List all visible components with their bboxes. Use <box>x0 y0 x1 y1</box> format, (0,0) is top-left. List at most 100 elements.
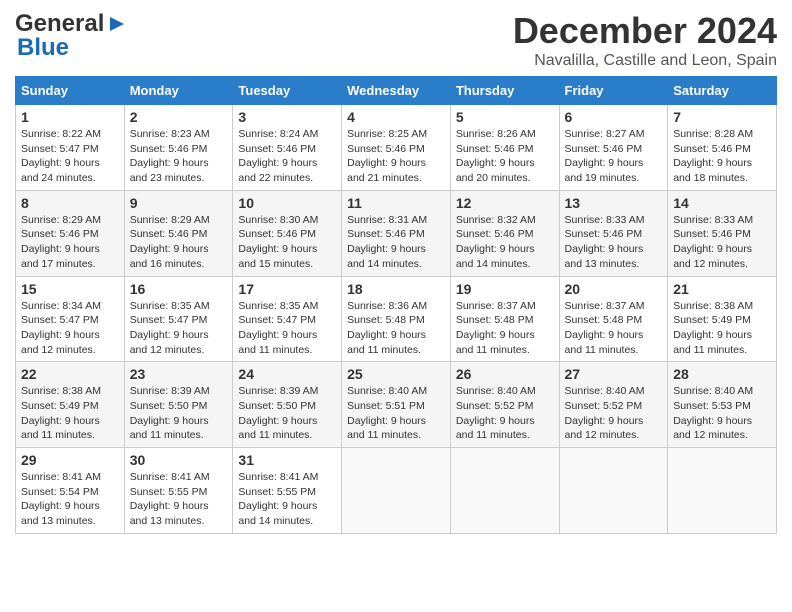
day-number: 27 <box>565 366 663 382</box>
weekday-header-wednesday: Wednesday <box>342 77 451 105</box>
cell-content: Sunrise: 8:24 AM Sunset: 5:46 PM Dayligh… <box>238 127 336 186</box>
cell-content: Sunrise: 8:40 AM Sunset: 5:53 PM Dayligh… <box>673 384 771 443</box>
day-number: 3 <box>238 109 336 125</box>
cell-content: Sunrise: 8:39 AM Sunset: 5:50 PM Dayligh… <box>130 384 228 443</box>
day-number: 4 <box>347 109 445 125</box>
day-number: 14 <box>673 195 771 211</box>
calendar-cell <box>559 448 668 534</box>
weekday-header-sunday: Sunday <box>16 77 125 105</box>
day-number: 19 <box>456 281 554 297</box>
day-number: 8 <box>21 195 119 211</box>
logo: General Blue <box>15 10 128 62</box>
cell-content: Sunrise: 8:38 AM Sunset: 5:49 PM Dayligh… <box>673 299 771 358</box>
day-number: 15 <box>21 281 119 297</box>
day-number: 10 <box>238 195 336 211</box>
day-number: 17 <box>238 281 336 297</box>
cell-content: Sunrise: 8:25 AM Sunset: 5:46 PM Dayligh… <box>347 127 445 186</box>
day-number: 28 <box>673 366 771 382</box>
day-number: 16 <box>130 281 228 297</box>
cell-content: Sunrise: 8:32 AM Sunset: 5:46 PM Dayligh… <box>456 213 554 272</box>
calendar-week-row: 22 Sunrise: 8:38 AM Sunset: 5:49 PM Dayli… <box>16 362 777 448</box>
calendar-cell: 17 Sunrise: 8:35 AM Sunset: 5:47 PM Dayli… <box>233 276 342 362</box>
cell-content: Sunrise: 8:40 AM Sunset: 5:52 PM Dayligh… <box>565 384 663 443</box>
cell-content: Sunrise: 8:40 AM Sunset: 5:52 PM Dayligh… <box>456 384 554 443</box>
page-header: General Blue December 2024 Navalilla, Ca… <box>15 10 777 70</box>
day-number: 2 <box>130 109 228 125</box>
day-number: 30 <box>130 452 228 468</box>
location-title: Navalilla, Castille and Leon, Spain <box>513 52 777 70</box>
cell-content: Sunrise: 8:39 AM Sunset: 5:50 PM Dayligh… <box>238 384 336 443</box>
calendar-cell: 26 Sunrise: 8:40 AM Sunset: 5:52 PM Dayli… <box>450 362 559 448</box>
day-number: 12 <box>456 195 554 211</box>
calendar-cell: 6Sunrise: 8:27 AM Sunset: 5:46 PM Daylig… <box>559 105 668 191</box>
calendar-week-row: 15 Sunrise: 8:34 AM Sunset: 5:47 PM Dayli… <box>16 276 777 362</box>
day-number: 31 <box>238 452 336 468</box>
title-block: December 2024 Navalilla, Castille and Le… <box>513 10 777 70</box>
calendar-cell: 10 Sunrise: 8:30 AM Sunset: 5:46 PM Dayli… <box>233 190 342 276</box>
cell-content: Sunrise: 8:34 AM Sunset: 5:47 PM Dayligh… <box>21 299 119 358</box>
calendar-cell: 12 Sunrise: 8:32 AM Sunset: 5:46 PM Dayli… <box>450 190 559 276</box>
calendar-cell: 11 Sunrise: 8:31 AM Sunset: 5:46 PM Dayli… <box>342 190 451 276</box>
calendar-cell: 31 Sunrise: 8:41 AM Sunset: 5:55 PM Dayli… <box>233 448 342 534</box>
cell-content: Sunrise: 8:31 AM Sunset: 5:46 PM Dayligh… <box>347 213 445 272</box>
calendar-cell: 28 Sunrise: 8:40 AM Sunset: 5:53 PM Dayli… <box>668 362 777 448</box>
calendar-cell <box>342 448 451 534</box>
day-number: 9 <box>130 195 228 211</box>
day-number: 22 <box>21 366 119 382</box>
weekday-header-tuesday: Tuesday <box>233 77 342 105</box>
cell-content: Sunrise: 8:40 AM Sunset: 5:51 PM Dayligh… <box>347 384 445 443</box>
calendar-cell: 9Sunrise: 8:29 AM Sunset: 5:46 PM Daylig… <box>124 190 233 276</box>
day-number: 20 <box>565 281 663 297</box>
calendar-cell <box>668 448 777 534</box>
cell-content: Sunrise: 8:41 AM Sunset: 5:55 PM Dayligh… <box>238 470 336 529</box>
cell-content: Sunrise: 8:38 AM Sunset: 5:49 PM Dayligh… <box>21 384 119 443</box>
day-number: 25 <box>347 366 445 382</box>
cell-content: Sunrise: 8:35 AM Sunset: 5:47 PM Dayligh… <box>130 299 228 358</box>
calendar-cell: 29 Sunrise: 8:41 AM Sunset: 5:54 PM Dayli… <box>16 448 125 534</box>
calendar-cell: 25 Sunrise: 8:40 AM Sunset: 5:51 PM Dayli… <box>342 362 451 448</box>
weekday-header-thursday: Thursday <box>450 77 559 105</box>
weekday-header-monday: Monday <box>124 77 233 105</box>
day-number: 11 <box>347 195 445 211</box>
calendar-cell: 21Sunrise: 8:38 AM Sunset: 5:49 PM Dayli… <box>668 276 777 362</box>
calendar-cell: 3 Sunrise: 8:24 AM Sunset: 5:46 PM Daylig… <box>233 105 342 191</box>
calendar-week-row: 1 Sunrise: 8:22 AM Sunset: 5:47 PM Daylig… <box>16 105 777 191</box>
day-number: 29 <box>21 452 119 468</box>
cell-content: Sunrise: 8:22 AM Sunset: 5:47 PM Dayligh… <box>21 127 119 186</box>
calendar-header-row: SundayMondayTuesdayWednesdayThursdayFrid… <box>16 77 777 105</box>
cell-content: Sunrise: 8:28 AM Sunset: 5:46 PM Dayligh… <box>673 127 771 186</box>
calendar-cell: 18Sunrise: 8:36 AM Sunset: 5:48 PM Dayli… <box>342 276 451 362</box>
logo-blue: Blue <box>17 34 69 62</box>
calendar-table: SundayMondayTuesdayWednesdayThursdayFrid… <box>15 76 777 534</box>
calendar-cell: 16 Sunrise: 8:35 AM Sunset: 5:47 PM Dayli… <box>124 276 233 362</box>
calendar-cell: 4 Sunrise: 8:25 AM Sunset: 5:46 PM Daylig… <box>342 105 451 191</box>
calendar-cell: 20 Sunrise: 8:37 AM Sunset: 5:48 PM Dayli… <box>559 276 668 362</box>
weekday-header-friday: Friday <box>559 77 668 105</box>
cell-content: Sunrise: 8:35 AM Sunset: 5:47 PM Dayligh… <box>238 299 336 358</box>
cell-content: Sunrise: 8:41 AM Sunset: 5:54 PM Dayligh… <box>21 470 119 529</box>
calendar-cell: 7 Sunrise: 8:28 AM Sunset: 5:46 PM Daylig… <box>668 105 777 191</box>
cell-content: Sunrise: 8:23 AM Sunset: 5:46 PM Dayligh… <box>130 127 228 186</box>
calendar-week-row: 8 Sunrise: 8:29 AM Sunset: 5:46 PM Daylig… <box>16 190 777 276</box>
calendar-cell: 30 Sunrise: 8:41 AM Sunset: 5:55 PM Dayli… <box>124 448 233 534</box>
day-number: 5 <box>456 109 554 125</box>
cell-content: Sunrise: 8:29 AM Sunset: 5:46 PM Dayligh… <box>21 213 119 272</box>
logo-arrow-icon <box>106 13 128 35</box>
calendar-cell: 1 Sunrise: 8:22 AM Sunset: 5:47 PM Daylig… <box>16 105 125 191</box>
calendar-cell: 5Sunrise: 8:26 AM Sunset: 5:46 PM Daylig… <box>450 105 559 191</box>
cell-content: Sunrise: 8:33 AM Sunset: 5:46 PM Dayligh… <box>565 213 663 272</box>
cell-content: Sunrise: 8:33 AM Sunset: 5:46 PM Dayligh… <box>673 213 771 272</box>
calendar-cell: 23Sunrise: 8:39 AM Sunset: 5:50 PM Dayli… <box>124 362 233 448</box>
day-number: 24 <box>238 366 336 382</box>
calendar-cell: 14 Sunrise: 8:33 AM Sunset: 5:46 PM Dayli… <box>668 190 777 276</box>
day-number: 7 <box>673 109 771 125</box>
cell-content: Sunrise: 8:41 AM Sunset: 5:55 PM Dayligh… <box>130 470 228 529</box>
calendar-cell <box>450 448 559 534</box>
day-number: 1 <box>21 109 119 125</box>
day-number: 13 <box>565 195 663 211</box>
cell-content: Sunrise: 8:30 AM Sunset: 5:46 PM Dayligh… <box>238 213 336 272</box>
day-number: 26 <box>456 366 554 382</box>
weekday-header-saturday: Saturday <box>668 77 777 105</box>
cell-content: Sunrise: 8:37 AM Sunset: 5:48 PM Dayligh… <box>565 299 663 358</box>
cell-content: Sunrise: 8:36 AM Sunset: 5:48 PM Dayligh… <box>347 299 445 358</box>
